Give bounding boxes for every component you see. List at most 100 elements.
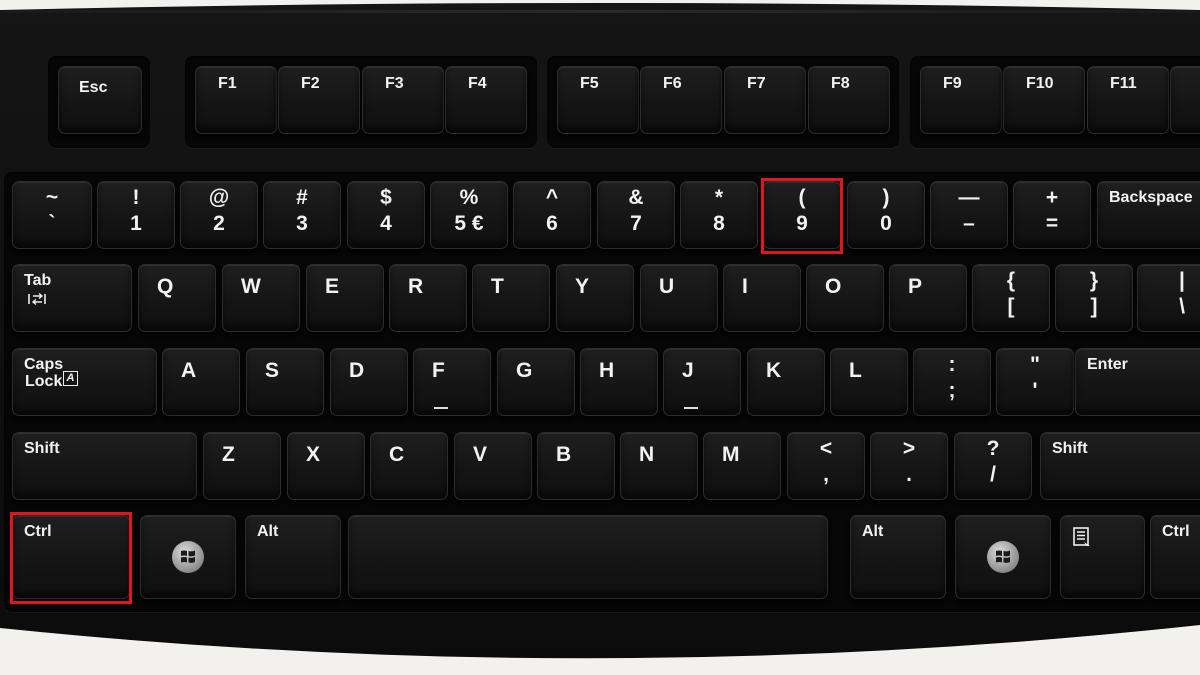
key-period[interactable]: >. (870, 432, 948, 500)
key-j[interactable]: J (663, 348, 741, 416)
key-tab[interactable]: Tab (12, 264, 132, 332)
key-f[interactable]: F (413, 348, 491, 416)
key-legend: X (306, 443, 321, 466)
key-legend: Q (157, 275, 174, 298)
key-2[interactable]: @2 (180, 181, 258, 249)
key-lower-legend: . (906, 463, 912, 486)
key-f6[interactable]: F6 (640, 66, 722, 134)
key-4[interactable]: $4 (347, 181, 425, 249)
key-o[interactable]: O (806, 264, 884, 332)
key-r[interactable]: R (389, 264, 467, 332)
key-rctrl[interactable]: Ctrl (1150, 515, 1200, 599)
key-legend: Shift (24, 440, 60, 457)
key-z[interactable]: Z (203, 432, 281, 500)
key-lower-legend: ] (1090, 295, 1098, 318)
key-legend: J (682, 359, 694, 382)
key-f12[interactable] (1170, 66, 1200, 134)
key-legend: P (908, 275, 923, 298)
key-lbrace[interactable]: {[ (972, 264, 1050, 332)
key-equals[interactable]: + = (1013, 181, 1091, 249)
home-row-bump-icon (434, 407, 448, 409)
key-minus[interactable]: — – (930, 181, 1008, 249)
key-slash[interactable]: ? / (954, 432, 1032, 500)
key-i[interactable]: I (723, 264, 801, 332)
key-v[interactable]: V (454, 432, 532, 500)
key-a[interactable]: A (162, 348, 240, 416)
key-x[interactable]: X (287, 432, 365, 500)
key-legend: F10 (1026, 75, 1054, 92)
key-1[interactable]: ! 1 (97, 181, 175, 249)
key-esc[interactable]: Esc (58, 66, 142, 134)
key-upper-legend: $ (380, 186, 392, 209)
key-u[interactable]: U (640, 264, 718, 332)
key-e[interactable]: E (306, 264, 384, 332)
key-0[interactable]: ) 0 (847, 181, 925, 249)
key-capslock[interactable]: Caps Lock A (12, 348, 157, 416)
key-rwin[interactable] (955, 515, 1051, 599)
key-lower-legend: 3 (296, 212, 308, 235)
key-enter[interactable]: Enter (1075, 348, 1200, 416)
key-h[interactable]: H (580, 348, 658, 416)
key-menu[interactable] (1060, 515, 1145, 599)
key-sublegend: Lock (25, 373, 63, 390)
key-y[interactable]: Y (556, 264, 634, 332)
key-f9[interactable]: F9 (920, 66, 1002, 134)
key-k[interactable]: K (747, 348, 825, 416)
key-legend: Enter (1087, 356, 1128, 373)
key-c[interactable]: C (370, 432, 448, 500)
key-backtick[interactable]: ~ ` (12, 181, 92, 249)
key-8[interactable]: * 8 (680, 181, 758, 249)
key-w[interactable]: W (222, 264, 300, 332)
key-t[interactable]: T (472, 264, 550, 332)
key-s[interactable]: S (246, 348, 324, 416)
key-lwin[interactable] (140, 515, 236, 599)
key-rshift[interactable]: Shift (1040, 432, 1200, 500)
key-legend: F6 (663, 75, 682, 92)
key-legend: G (516, 359, 533, 382)
key-f4[interactable]: F4 (445, 66, 527, 134)
key-f8[interactable]: F8 (808, 66, 890, 134)
key-lower-legend: 9 (796, 212, 808, 235)
key-rbrace[interactable]: }] (1055, 264, 1133, 332)
key-ralt[interactable]: Alt (850, 515, 946, 599)
key-f1[interactable]: F1 (195, 66, 277, 134)
key-f5[interactable]: F5 (557, 66, 639, 134)
key-lshift[interactable]: Shift (12, 432, 197, 500)
key-lctrl[interactable]: Ctrl (12, 515, 130, 599)
key-7[interactable]: & 7 (597, 181, 675, 249)
key-space[interactable] (348, 515, 828, 599)
key-f3[interactable]: F3 (362, 66, 444, 134)
key-lalt[interactable]: Alt (245, 515, 341, 599)
key-f10[interactable]: F10 (1003, 66, 1085, 134)
key-3[interactable]: #3 (263, 181, 341, 249)
key-pipe[interactable]: | \ (1137, 264, 1200, 332)
key-l[interactable]: L (830, 348, 908, 416)
key-f7[interactable]: F7 (724, 66, 806, 134)
key-f11[interactable]: F11 (1087, 66, 1169, 134)
key-legend: S (265, 359, 280, 382)
key-n[interactable]: N (620, 432, 698, 500)
key-9[interactable]: (9 (763, 181, 841, 249)
key-semicolon[interactable]: :; (913, 348, 991, 416)
key-6[interactable]: ^ 6 (513, 181, 591, 249)
key-b[interactable]: B (537, 432, 615, 500)
key-g[interactable]: G (497, 348, 575, 416)
key-d[interactable]: D (330, 348, 408, 416)
key-legend: Tab (24, 272, 52, 289)
key-upper-legend: @ (208, 186, 230, 209)
key-legend: Alt (862, 523, 884, 540)
key-f2[interactable]: F2 (278, 66, 360, 134)
key-legend: A (181, 359, 197, 382)
key-quote[interactable]: " ' (996, 348, 1074, 416)
key-p[interactable]: P (889, 264, 967, 332)
key-comma[interactable]: <, (787, 432, 865, 500)
key-lower-legend: , (823, 463, 829, 486)
key-legend: H (599, 359, 615, 382)
key-upper-legend: " (1030, 353, 1040, 376)
key-m[interactable]: M (703, 432, 781, 500)
key-backspace[interactable]: Backspace (1097, 181, 1200, 249)
key-q[interactable]: Q (138, 264, 216, 332)
key-legend: D (349, 359, 365, 382)
key-legend: W (241, 275, 261, 298)
key-5[interactable]: % 5 € (430, 181, 508, 249)
